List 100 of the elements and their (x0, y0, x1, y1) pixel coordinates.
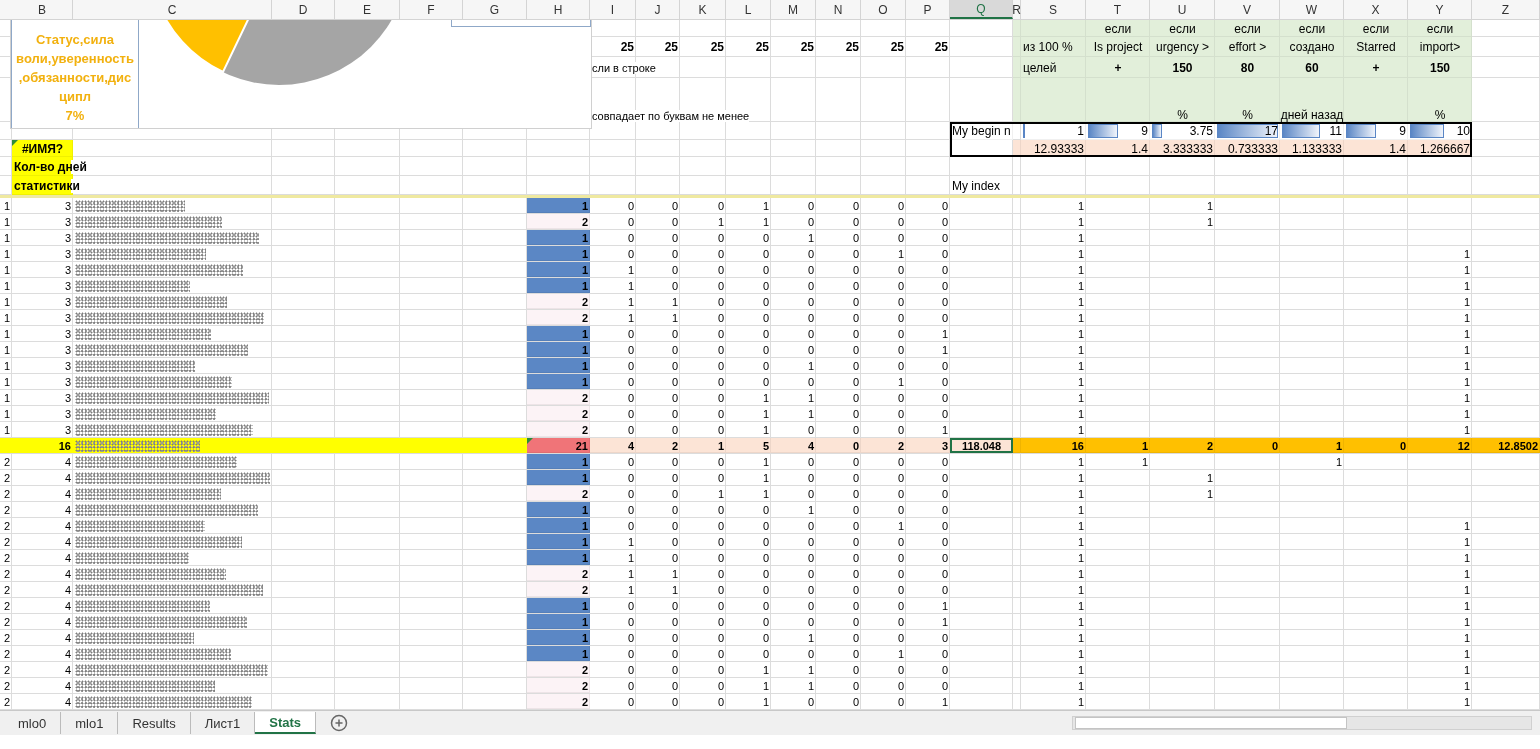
table-cell: 80 (1215, 57, 1280, 78)
table-cell-text: 0 (806, 614, 815, 629)
table-cell: 0 (816, 438, 861, 453)
table-cell-text: 0 (806, 486, 815, 501)
table-cell-text: 1 (2, 278, 11, 293)
table-cell-text: 4 (63, 694, 72, 709)
table-cell-text: 1 (1076, 678, 1085, 693)
table-cell-text: 0 (896, 662, 905, 677)
count-cell: 2 (527, 406, 590, 421)
count-cell: 1 (527, 246, 590, 261)
table-cell-text: 0 (626, 470, 635, 485)
count-cell: 2 (527, 582, 590, 597)
sheet-tab[interactable]: mlo0 (4, 712, 62, 734)
table-cell-text: 0 (670, 342, 679, 357)
table-cell-text: 0 (670, 454, 679, 469)
count-cell: 1 (527, 598, 590, 613)
sheet-tab[interactable]: Results (118, 712, 191, 734)
table-cell-text: 0 (626, 486, 635, 501)
table-cell-text: 0 (851, 486, 860, 501)
table-cell-text: 0 (851, 326, 860, 341)
table-cell-text: 2 (2, 566, 11, 581)
table-cell-text: 0 (896, 534, 905, 549)
table-cell-text: 1 (761, 214, 770, 229)
table-cell-text: 4 (63, 678, 72, 693)
table-cell: 12 (1408, 438, 1472, 453)
table-cell-text: 1 (1205, 470, 1214, 485)
add-sheet-icon[interactable] (330, 714, 348, 732)
table-cell-text: 4 (63, 454, 72, 469)
table-cell-text: 3 (63, 246, 72, 261)
shaded-cell (1013, 438, 1021, 453)
table-cell-text: 0 (940, 646, 949, 661)
count-cell: 21 (527, 438, 590, 453)
table-cell-text: 25 (889, 39, 905, 56)
bar-value: 9 (1141, 124, 1148, 138)
table-cell-text: 0 (670, 470, 679, 485)
scrollbar-thumb[interactable] (1075, 717, 1347, 729)
table-cell-text: 0 (761, 646, 770, 661)
table-cell-text: 0 (761, 230, 770, 245)
table-cell-text: 1 (716, 486, 725, 501)
sheet-tab[interactable]: mlo1 (61, 712, 119, 734)
table-cell-text: 1 (1462, 374, 1471, 389)
table-cell-text: 0 (761, 550, 770, 565)
table-cell-text: 0 (896, 582, 905, 597)
horizontal-scrollbar[interactable] (1072, 716, 1532, 730)
table-cell-text: 1 (1076, 358, 1085, 373)
table-cell-text: 0 (851, 198, 860, 213)
table-cell-text: 1 (2, 214, 11, 229)
table-cell-text: 1 (1076, 422, 1085, 437)
table-cell: дней назад (1280, 108, 1344, 122)
table-cell-text: 2 (2, 518, 11, 533)
table-cell-text: 0 (716, 566, 725, 581)
table-cell-text: 0 (896, 614, 905, 629)
table-cell-text: 0 (716, 294, 725, 309)
table-cell-text: 1 (940, 342, 949, 357)
table-cell-text: 1 (1076, 246, 1085, 261)
table-cell-text: 0 (626, 230, 635, 245)
table-cell-text: 1 (896, 374, 905, 389)
count-cell: 1 (527, 470, 590, 485)
table-cell-text: 2 (2, 646, 11, 661)
table-cell-text: 3 (63, 406, 72, 421)
table-cell-text: 1 (1076, 566, 1085, 581)
table-cell-text: 0 (851, 566, 860, 581)
table-cell: effort > (1228, 40, 1267, 54)
table-cell-text: 0 (806, 374, 815, 389)
table-cell-text: 0 (851, 278, 860, 293)
table-cell-text: 2 (2, 662, 11, 677)
table-cell-text: 0 (670, 550, 679, 565)
count-cell: 1 (527, 646, 590, 661)
table-cell-text: 0 (716, 518, 725, 533)
table-cell-text: 1 (716, 214, 725, 229)
table-cell-text: 0 (851, 246, 860, 261)
table-cell-text: 0 (670, 614, 679, 629)
table-cell-text: 0 (670, 486, 679, 501)
table-cell-text: 0 (851, 518, 860, 533)
table-cell-text: 2 (2, 598, 11, 613)
table-cell-text: 0 (716, 678, 725, 693)
table-cell-text: 0 (940, 230, 949, 245)
table-cell: 118.048 (950, 438, 1013, 453)
table-cell-text: 1 (1076, 310, 1085, 325)
column-header[interactable]: Q (950, 0, 1013, 19)
table-cell-text: 0 (940, 374, 949, 389)
table-cell: 4 (771, 438, 816, 453)
sheet-tab[interactable]: Stats (255, 712, 316, 734)
table-cell-text: 0 (761, 566, 770, 581)
table-cell: если (1086, 20, 1150, 37)
table-cell: если (1215, 20, 1280, 37)
table-cell-text: 0 (716, 374, 725, 389)
table-cell-text: 0 (851, 406, 860, 421)
table-cell-text: 25 (754, 39, 770, 56)
table-cell-text: 0 (896, 358, 905, 373)
table-cell-text: 1 (1205, 198, 1214, 213)
table-cell-text: 0 (851, 534, 860, 549)
table-cell-text: 1 (940, 422, 949, 437)
table-cell-text: 1 (940, 598, 949, 613)
table-cell-text: 0 (716, 582, 725, 597)
table-cell-text: 1 (1076, 278, 1085, 293)
table-cell-text: 1 (1076, 694, 1085, 709)
table-cell-text: 0 (716, 342, 725, 357)
bar-value: 17 (1264, 124, 1278, 138)
count-cell: 1 (527, 262, 590, 277)
